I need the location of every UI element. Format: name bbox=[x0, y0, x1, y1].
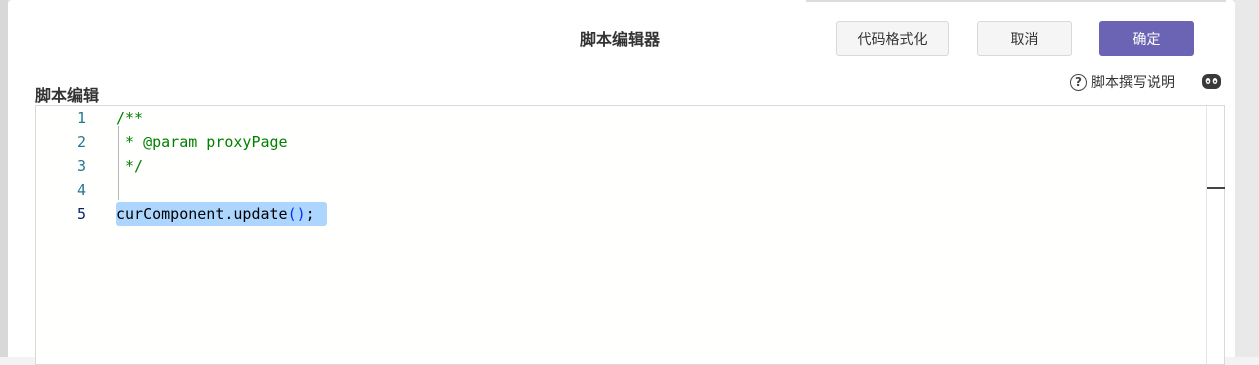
code-paren-open: ( bbox=[287, 205, 297, 223]
dialog-title: 脚本编辑器 bbox=[580, 30, 661, 49]
code-editor[interactable]: 1 2 3 4 5 /** * @param proxyPage */ curC… bbox=[35, 105, 1225, 365]
script-help-label: 脚本撰写说明 bbox=[1091, 75, 1175, 91]
code-token: ; bbox=[305, 205, 315, 223]
right-edge bbox=[1235, 0, 1259, 357]
code-line: /** bbox=[116, 109, 144, 127]
section-label: 脚本编辑 bbox=[35, 86, 100, 105]
line-number-active: 5 bbox=[76, 205, 86, 223]
line-number: 1 bbox=[76, 109, 86, 127]
script-help-link[interactable]: ? 脚本撰写说明 bbox=[1070, 72, 1175, 92]
code-line: */ bbox=[116, 157, 144, 175]
line-number: 2 bbox=[76, 133, 86, 151]
cancel-button[interactable]: 取消 bbox=[977, 21, 1072, 56]
question-circle-icon: ? bbox=[1070, 73, 1087, 91]
code-line-active: curComponent.update(); bbox=[116, 202, 315, 226]
confirm-button[interactable]: 确定 bbox=[1099, 21, 1194, 56]
script-editor-dialog: 脚本编辑器 代码格式化 取消 确定 脚本编辑 ? 脚本撰写说明 1 2 3 4 … bbox=[8, 0, 1235, 365]
code-line: * @param proxyPage bbox=[116, 133, 288, 151]
code-paren-close: ) bbox=[296, 205, 306, 223]
robot-icon[interactable] bbox=[1201, 72, 1222, 91]
line-number-gutter: 1 2 3 4 5 bbox=[36, 106, 116, 364]
format-code-button[interactable]: 代码格式化 bbox=[836, 21, 949, 56]
scroll-position-marker bbox=[1207, 187, 1225, 189]
vertical-scrollbar[interactable] bbox=[1206, 106, 1225, 364]
line-number: 3 bbox=[76, 157, 86, 175]
top-divider bbox=[806, 0, 1226, 2]
code-token: curComponent.update bbox=[116, 205, 288, 223]
code-text-area[interactable]: /** * @param proxyPage */ curComponent.u… bbox=[116, 106, 1206, 364]
left-edge bbox=[0, 0, 8, 357]
line-number: 4 bbox=[76, 181, 86, 199]
